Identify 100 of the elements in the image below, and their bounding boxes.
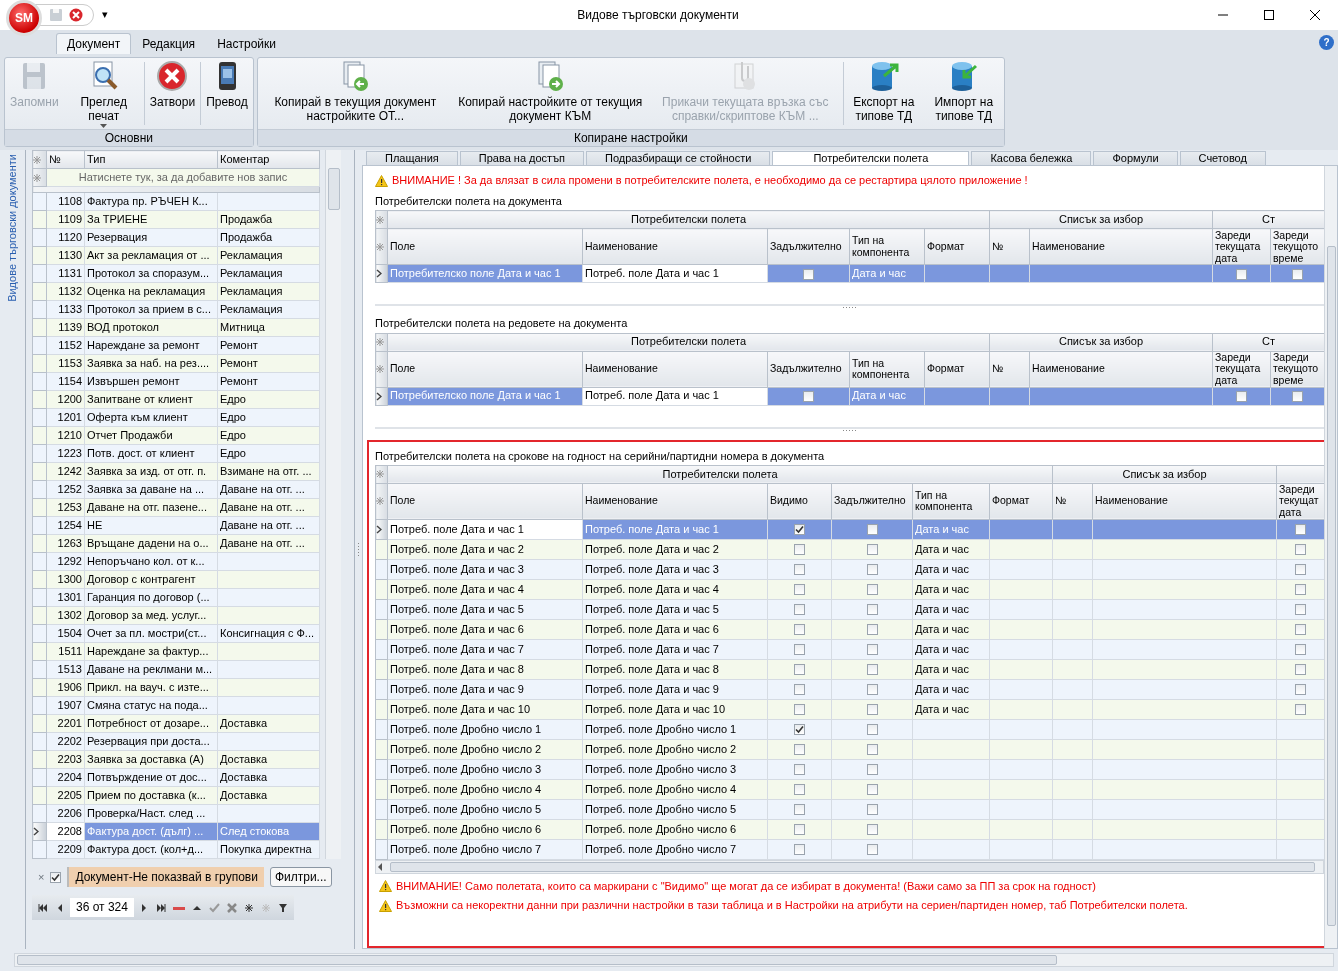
column-header[interactable]: Формат: [989, 483, 1053, 520]
column-header[interactable]: Коментар: [217, 150, 320, 169]
splitter-grip-icon[interactable]: [842, 428, 857, 432]
cancel-icon[interactable]: [226, 902, 237, 913]
checkbox[interactable]: [803, 391, 814, 403]
tab[interactable]: Потребителски полета: [772, 151, 970, 165]
column-header[interactable]: №: [989, 228, 1030, 265]
column-header[interactable]: Наименование: [582, 483, 768, 520]
scroll-left-icon[interactable]: [376, 862, 384, 871]
checkbox[interactable]: [1295, 544, 1307, 556]
checkbox[interactable]: [1236, 391, 1248, 403]
checkbox[interactable]: [794, 524, 805, 536]
checkbox[interactable]: [1295, 584, 1307, 596]
checkbox[interactable]: [794, 624, 805, 636]
row-indicator[interactable]: [375, 519, 388, 540]
quick-access-menu[interactable]: ▾: [94, 7, 116, 23]
checkbox[interactable]: [866, 744, 878, 756]
ribbon-tab[interactable]: Настройки: [206, 32, 287, 54]
app-logo[interactable]: SM: [6, 0, 42, 36]
checkbox[interactable]: [1236, 268, 1248, 280]
column-header[interactable]: Наименование: [1029, 228, 1213, 265]
column-header[interactable]: Формат: [924, 351, 990, 388]
checkbox[interactable]: [1295, 644, 1307, 656]
column-header[interactable]: Поле: [387, 483, 583, 520]
last-record-icon[interactable]: [155, 902, 166, 913]
checkbox[interactable]: [866, 644, 878, 656]
checkbox[interactable]: [1295, 704, 1307, 716]
filter-icon[interactable]: [277, 902, 288, 913]
checkbox[interactable]: [866, 824, 878, 836]
checkbox[interactable]: [794, 544, 805, 556]
tab[interactable]: Подразбиращи се стойности: [586, 151, 771, 165]
checkbox[interactable]: [866, 544, 878, 556]
checkbox[interactable]: [866, 604, 878, 616]
clear-filter-button[interactable]: ×: [38, 870, 45, 884]
splitter-grip-icon[interactable]: [842, 306, 857, 310]
checkbox[interactable]: [794, 664, 805, 676]
checkbox[interactable]: [794, 844, 805, 856]
tab[interactable]: Права на достъп: [459, 151, 584, 165]
checkbox[interactable]: [866, 784, 878, 796]
checkbox[interactable]: [1295, 604, 1307, 616]
checkbox[interactable]: [866, 564, 878, 576]
ribbon-button[interactable]: Копирай настройките от текущия документ КЪМ: [452, 60, 648, 124]
column-header[interactable]: Зареди текущото време: [1270, 228, 1324, 265]
column-header[interactable]: №: [989, 351, 1030, 388]
checkbox[interactable]: [794, 804, 805, 816]
checkbox[interactable]: [866, 684, 878, 696]
column-header[interactable]: Поле: [387, 228, 583, 265]
column-header[interactable]: Тип: [84, 150, 218, 169]
check-icon[interactable]: [208, 902, 220, 913]
column-header[interactable]: Наименование: [1029, 351, 1213, 388]
checkbox[interactable]: [1295, 624, 1307, 636]
splitter-grip-icon[interactable]: [357, 542, 360, 557]
column-header[interactable]: №: [1052, 483, 1093, 520]
ribbon-tab[interactable]: Редакция: [131, 32, 207, 54]
checkbox[interactable]: [794, 704, 805, 716]
checkbox[interactable]: [794, 744, 805, 756]
checkbox[interactable]: [50, 871, 62, 883]
checkbox[interactable]: [866, 804, 878, 816]
next-record-icon[interactable]: [140, 902, 149, 913]
checkbox[interactable]: [794, 724, 805, 736]
checkbox[interactable]: [866, 764, 878, 776]
filters-button[interactable]: Филтри...: [269, 867, 332, 888]
column-header[interactable]: Наименование: [582, 351, 768, 388]
column-header[interactable]: Видимо: [767, 483, 832, 520]
checkbox[interactable]: [794, 644, 805, 656]
ribbon-button[interactable]: Импорт на типове ТД: [923, 60, 1004, 124]
column-header[interactable]: Формат: [924, 228, 990, 265]
column-header[interactable]: Задължително: [767, 351, 850, 388]
horizontal-scrollbar[interactable]: [14, 953, 1334, 967]
checkbox[interactable]: [1295, 684, 1307, 696]
help-icon[interactable]: ?: [1319, 35, 1334, 50]
checkbox[interactable]: [866, 624, 878, 636]
checkbox[interactable]: [1292, 391, 1304, 403]
checkbox[interactable]: [794, 584, 805, 596]
checkbox[interactable]: [866, 704, 878, 716]
checkbox[interactable]: [866, 584, 878, 596]
side-tab[interactable]: Видове търговски документи: [5, 154, 20, 302]
ribbon-button[interactable]: Копирай в текущия документ настройките ОТ...: [257, 60, 453, 124]
column-header[interactable]: Поле: [387, 351, 583, 388]
column-header[interactable]: Задължително: [831, 483, 913, 520]
tab[interactable]: Счетовод: [1179, 151, 1266, 165]
tab[interactable]: Формули: [1093, 151, 1178, 165]
tab[interactable]: Плащания: [366, 151, 458, 165]
ribbon-button[interactable]: Експорт на типове ТД: [843, 60, 924, 124]
column-header[interactable]: Тип на компонента: [849, 228, 925, 265]
ribbon-button[interactable]: Превод: [201, 60, 253, 110]
checkbox[interactable]: [866, 524, 878, 536]
column-header[interactable]: Тип на компонента: [912, 483, 990, 520]
ribbon-button[interactable]: Преглед печат: [63, 60, 144, 128]
column-header[interactable]: Зареди текущото време: [1270, 351, 1324, 388]
tab[interactable]: Касова бележка: [971, 151, 1092, 165]
checkbox[interactable]: [866, 724, 878, 736]
vertical-scrollbar[interactable]: [1324, 166, 1337, 948]
checkbox[interactable]: [794, 604, 805, 616]
checkbox[interactable]: [794, 824, 805, 836]
checkbox[interactable]: [866, 844, 878, 856]
ribbon-tab[interactable]: Документ: [56, 32, 132, 54]
column-header[interactable]: Зареди текущата дата: [1212, 228, 1271, 265]
quick-access-button[interactable]: [69, 8, 83, 22]
column-header[interactable]: Зареди текущата дата: [1212, 351, 1271, 388]
